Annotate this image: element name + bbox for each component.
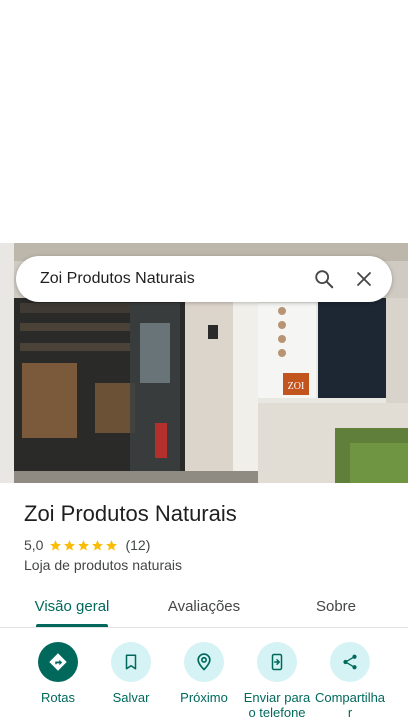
star-icon: [106, 539, 118, 550]
directions-button[interactable]: Rotas: [22, 642, 94, 705]
place-info: Zoi Produtos Naturais 5,0 (12) Loja de p…: [24, 500, 394, 573]
rating-value: 5,0: [24, 537, 44, 553]
star-icon: [92, 539, 104, 550]
bookmark-icon[interactable]: [111, 642, 151, 682]
tab-overview[interactable]: Visão geral: [16, 585, 128, 627]
map-blank-area: [0, 0, 408, 243]
search-input[interactable]: Zoi Produtos Naturais: [40, 270, 304, 288]
star-rating: [49, 539, 119, 552]
nearby-icon[interactable]: [184, 642, 224, 682]
share-label: Compartilhar: [314, 690, 386, 720]
save-button[interactable]: Salvar: [95, 642, 167, 705]
close-icon[interactable]: [344, 256, 384, 302]
star-icon: [50, 539, 62, 550]
sign-logo: ZOI: [288, 381, 305, 392]
nearby-button[interactable]: Próximo: [168, 642, 240, 705]
place-category: Loja de produtos naturais: [24, 557, 182, 573]
rating-row[interactable]: 5,0 (12): [24, 536, 394, 554]
tab-bar: Visão geral Avaliações Sobre: [0, 585, 408, 627]
directions-label: Rotas: [41, 690, 75, 705]
save-label: Salvar: [112, 690, 150, 705]
star-icon: [78, 539, 90, 550]
action-buttons: Rotas Salvar Próximo Enviar para o telef…: [0, 642, 408, 726]
directions-icon[interactable]: [38, 642, 78, 682]
send-to-phone-icon[interactable]: [257, 642, 297, 682]
review-count[interactable]: (12): [125, 537, 150, 553]
search-bar[interactable]: Zoi Produtos Naturais: [16, 256, 392, 302]
share-icon[interactable]: [330, 642, 370, 682]
search-icon[interactable]: [304, 256, 344, 302]
send-to-phone-label: Enviar para o telefone: [243, 690, 311, 720]
nearby-label: Próximo: [180, 690, 228, 705]
send-to-phone-button[interactable]: Enviar para o telefone: [241, 642, 313, 720]
tab-about[interactable]: Sobre: [280, 585, 392, 627]
tab-reviews[interactable]: Avaliações: [148, 585, 260, 627]
share-button[interactable]: Compartilhar: [314, 642, 386, 720]
star-icon: [64, 539, 76, 550]
place-title: Zoi Produtos Naturais: [24, 501, 237, 526]
tabs-divider: [0, 627, 408, 628]
